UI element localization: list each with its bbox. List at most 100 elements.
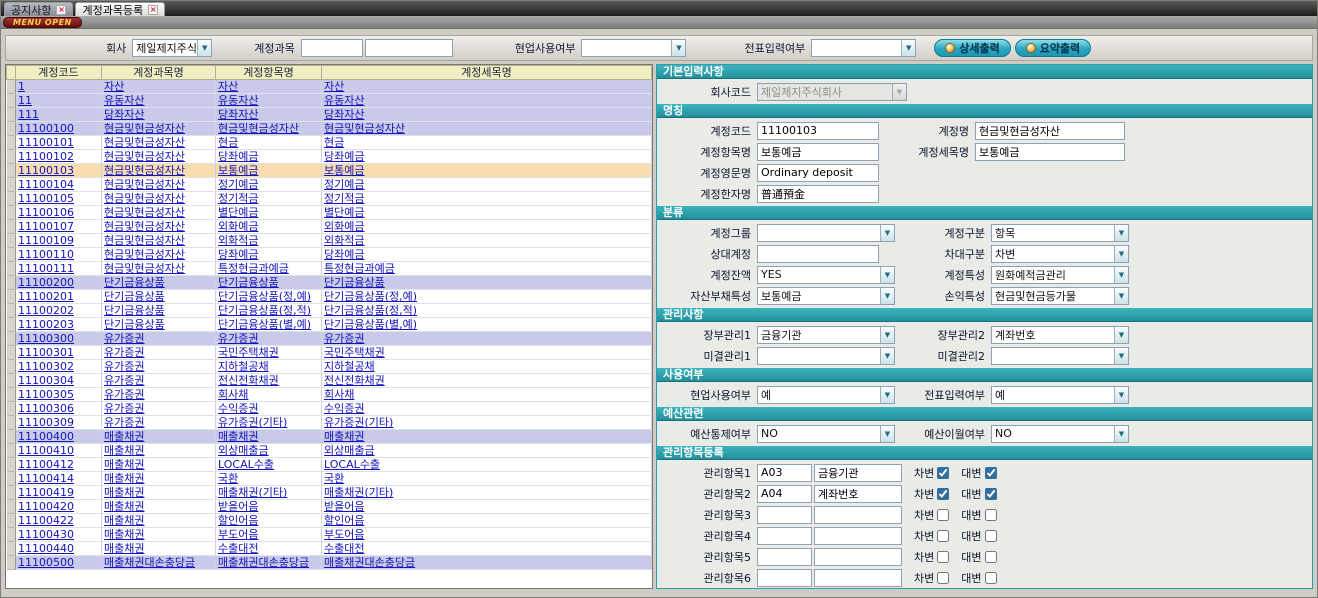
credit-checkbox[interactable] (985, 530, 997, 542)
credit-checkbox[interactable] (985, 467, 997, 479)
mgmt-item-code-input[interactable] (757, 485, 812, 503)
credit-checkbox[interactable] (985, 572, 997, 584)
account-code-input[interactable] (757, 122, 879, 140)
mgmt-item-name-input[interactable] (814, 464, 902, 482)
table-row[interactable]: 11100203 단기금융상품 단기금융상품(별,예) 단기금융상품(별,예) (7, 318, 652, 332)
dropdown-arrow-icon[interactable]: ▼ (880, 288, 894, 304)
asset-liability-character-select[interactable]: 보통예금 ▼ (757, 287, 895, 305)
table-row[interactable]: 11100105 현금및현금성자산 정기적금 정기적금 (7, 192, 652, 206)
account-name-input[interactable] (975, 122, 1125, 140)
biz-use-select[interactable]: ▼ (581, 39, 686, 57)
table-row[interactable]: 11100101 현금및현금성자산 현금 현금 (7, 136, 652, 150)
account-english-name-input[interactable] (757, 164, 879, 182)
table-row[interactable]: 11100306 유가증권 수익증권 수익증권 (7, 402, 652, 416)
table-row[interactable]: 11100202 단기금융상품 단기금융상품(정,적) 단기금융상품(정,적) (7, 304, 652, 318)
account-balance-select[interactable]: YES ▼ (757, 266, 895, 284)
table-row[interactable]: 11100102 현금및현금성자산 당좌예금 당좌예금 (7, 150, 652, 164)
profit-loss-character-select[interactable]: 현금및현금등가물 ▼ (991, 287, 1129, 305)
tab-notice[interactable]: 공지사항 × (4, 2, 73, 16)
table-row[interactable]: 11100302 유가증권 지하철공채 지하철공채 (7, 360, 652, 374)
credit-checkbox[interactable] (985, 488, 997, 500)
dropdown-arrow-icon[interactable]: ▼ (1114, 246, 1128, 262)
debit-checkbox[interactable] (937, 488, 949, 500)
table-row[interactable]: 11100400 매출채권 매출채권 매출채권 (7, 430, 652, 444)
account-detail-name-input[interactable] (975, 143, 1125, 161)
slip-entry-field-select[interactable]: 예 ▼ (991, 386, 1129, 404)
debit-checkbox[interactable] (937, 509, 949, 521)
table-row[interactable]: 11100305 유가증권 회사채 회사채 (7, 388, 652, 402)
account-code-to-input[interactable] (365, 39, 453, 57)
account-character-select[interactable]: 원화예적금관리 ▼ (991, 266, 1129, 284)
table-row[interactable]: 11100430 매출채권 부도어음 부도어음 (7, 528, 652, 542)
debit-checkbox[interactable] (937, 572, 949, 584)
table-row[interactable]: 111 당좌자산 당좌자산 당좌자산 (7, 108, 652, 122)
dropdown-arrow-icon[interactable]: ▼ (880, 426, 894, 442)
book-management1-select[interactable]: 금융기관 ▼ (757, 326, 895, 344)
budget-carryover-select[interactable]: NO ▼ (991, 425, 1129, 443)
counter-account-input[interactable] (757, 245, 879, 263)
debit-checkbox[interactable] (937, 467, 949, 479)
debit-credit-class-select[interactable]: 차변 ▼ (991, 245, 1129, 263)
mgmt-item-name-input[interactable] (814, 569, 902, 587)
table-row[interactable]: 11100304 유가증권 전신전화채권 전신전화채권 (7, 374, 652, 388)
budget-control-select[interactable]: NO ▼ (757, 425, 895, 443)
mgmt-item-code-input[interactable] (757, 569, 812, 587)
mgmt-item-code-input[interactable] (757, 527, 812, 545)
mgmt-item-code-input[interactable] (757, 506, 812, 524)
dropdown-arrow-icon[interactable]: ▼ (1114, 267, 1128, 283)
dropdown-arrow-icon[interactable]: ▼ (901, 40, 915, 56)
table-row[interactable]: 11100200 단기금융상품 단기금융상품 단기금융상품 (7, 276, 652, 290)
table-row[interactable]: 11100109 현금및현금성자산 외화적금 외화적금 (7, 234, 652, 248)
close-icon[interactable]: × (148, 5, 158, 15)
table-row[interactable]: 11100201 단기금융상품 단기금융상품(정,예) 단기금융상품(정,예) (7, 290, 652, 304)
table-row[interactable]: 11100301 유가증권 국민주택채권 국민주택채권 (7, 346, 652, 360)
mgmt-item-name-input[interactable] (814, 527, 902, 545)
mgmt-item-name-input[interactable] (814, 506, 902, 524)
close-icon[interactable]: × (56, 5, 66, 15)
book-management2-select[interactable]: 계좌번호 ▼ (991, 326, 1129, 344)
dropdown-arrow-icon[interactable]: ▼ (880, 225, 894, 241)
dropdown-arrow-icon[interactable]: ▼ (1114, 288, 1128, 304)
account-group-select[interactable]: ▼ (757, 224, 895, 242)
table-row[interactable]: 11100100 현금및현금성자산 현금및현금성자산 현금및현금성자산 (7, 122, 652, 136)
dropdown-arrow-icon[interactable]: ▼ (1114, 426, 1128, 442)
dropdown-arrow-icon[interactable]: ▼ (671, 40, 685, 56)
summary-print-button[interactable]: 요약출력 (1015, 39, 1091, 57)
dropdown-arrow-icon[interactable]: ▼ (197, 40, 211, 56)
table-row[interactable]: 11100414 매출채권 국환 국환 (7, 472, 652, 486)
account-item-name-input[interactable] (757, 143, 879, 161)
dropdown-arrow-icon[interactable]: ▼ (880, 348, 894, 364)
dropdown-arrow-icon[interactable]: ▼ (880, 327, 894, 343)
company-select[interactable]: 제일제지주식회사 ▼ (132, 39, 212, 57)
table-row[interactable]: 11100410 매출채권 외상매출금 외상매출금 (7, 444, 652, 458)
table-row[interactable]: 11100104 현금및현금성자산 정기예금 정기예금 (7, 178, 652, 192)
credit-checkbox[interactable] (985, 509, 997, 521)
dropdown-arrow-icon[interactable]: ▼ (880, 267, 894, 283)
account-code-from-input[interactable] (301, 39, 363, 57)
table-row[interactable]: 11100106 현금및현금성자산 별단예금 별단예금 (7, 206, 652, 220)
tab-account-registration[interactable]: 계정과목등록 × (75, 2, 165, 16)
biz-use-field-select[interactable]: 예 ▼ (757, 386, 895, 404)
mgmt-item-code-input[interactable] (757, 464, 812, 482)
account-hanja-name-input[interactable] (757, 185, 879, 203)
pending-management1-select[interactable]: ▼ (757, 347, 895, 365)
mgmt-item-name-input[interactable] (814, 548, 902, 566)
table-row[interactable]: 11100500 매출채권대손충당금 매출채권대손충당금 매출채권대손충당금 (7, 556, 652, 570)
dropdown-arrow-icon[interactable]: ▼ (1114, 327, 1128, 343)
dropdown-arrow-icon[interactable]: ▼ (1114, 387, 1128, 403)
debit-checkbox[interactable] (937, 530, 949, 542)
mgmt-item-name-input[interactable] (814, 485, 902, 503)
table-row[interactable]: 11100309 유가증권 유가증권(기타) 유가증권(기타) (7, 416, 652, 430)
credit-checkbox[interactable] (985, 551, 997, 563)
table-row[interactable]: 11100110 현금및현금성자산 당좌예금 당좌예금 (7, 248, 652, 262)
table-row[interactable]: 11100111 현금및현금성자산 특정현금과예금 특정현금과예금 (7, 262, 652, 276)
dropdown-arrow-icon[interactable]: ▼ (1114, 225, 1128, 241)
table-row[interactable]: 11100107 현금및현금성자산 외화예금 외화예금 (7, 220, 652, 234)
table-row[interactable]: 11100422 매출채권 할인어음 할인어음 (7, 514, 652, 528)
table-row[interactable]: 11 유동자산 유동자산 유동자산 (7, 94, 652, 108)
menu-open-button[interactable]: MENU OPEN (3, 17, 82, 28)
table-row[interactable]: 11100103 현금및현금성자산 보통예금 보통예금 (7, 164, 652, 178)
table-row[interactable]: 11100440 매출채권 수출대전 수출대전 (7, 542, 652, 556)
table-row[interactable]: 11100419 매출채권 매출채권(기타) 매출채권(기타) (7, 486, 652, 500)
account-class-select[interactable]: 항목 ▼ (991, 224, 1129, 242)
